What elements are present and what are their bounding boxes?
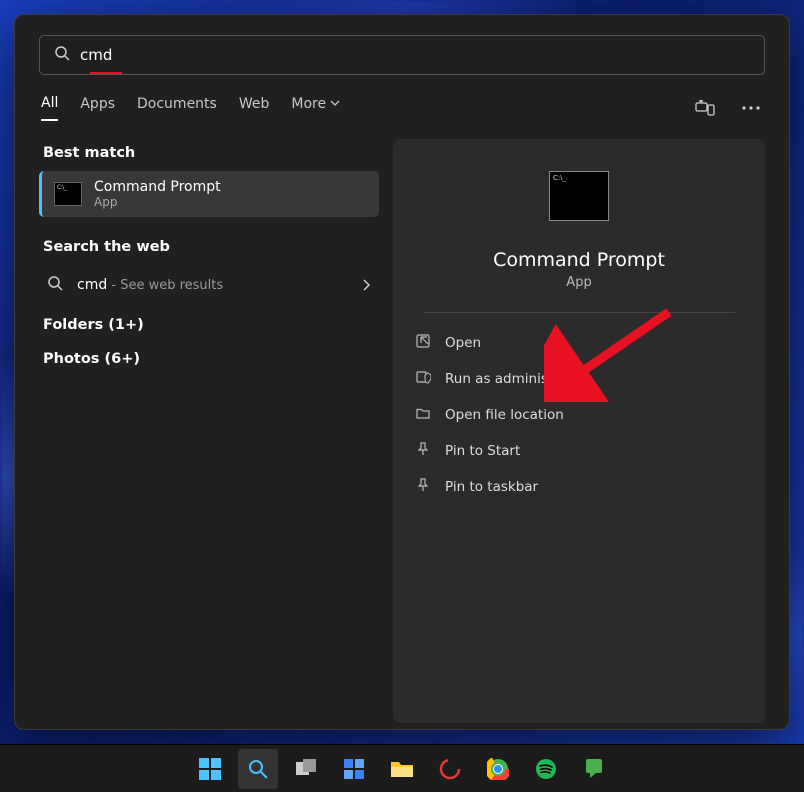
chevron-right-icon bbox=[361, 276, 371, 295]
details-panel: Command Prompt App Open Run as administr… bbox=[393, 139, 765, 723]
open-icon bbox=[415, 333, 431, 353]
tab-all[interactable]: All bbox=[41, 95, 58, 121]
taskbar-chrome-button[interactable] bbox=[478, 749, 518, 789]
tab-documents[interactable]: Documents bbox=[137, 96, 217, 120]
windows-logo-icon bbox=[199, 758, 221, 780]
action-pin-to-start[interactable]: Pin to Start bbox=[409, 433, 749, 469]
pin-icon bbox=[415, 477, 431, 497]
annotation-underline bbox=[90, 72, 122, 74]
web-search-result[interactable]: cmd - See web results bbox=[39, 265, 379, 305]
best-match-result[interactable]: Command Prompt App bbox=[39, 171, 379, 217]
command-prompt-large-icon bbox=[549, 171, 609, 221]
web-suffix: - See web results bbox=[107, 278, 223, 293]
folders-group[interactable]: Folders (1+) bbox=[43, 317, 379, 333]
action-pin-to-taskbar[interactable]: Pin to taskbar bbox=[409, 469, 749, 505]
action-run-admin-label: Run as administrator bbox=[445, 371, 586, 387]
taskbar-app-1[interactable] bbox=[430, 749, 470, 789]
divider bbox=[423, 312, 736, 313]
folder-icon bbox=[415, 405, 431, 425]
search-icon bbox=[54, 45, 70, 65]
taskbar bbox=[0, 744, 804, 792]
action-open-file-location[interactable]: Open file location bbox=[409, 397, 749, 433]
tab-more[interactable]: More bbox=[291, 96, 340, 120]
best-match-header: Best match bbox=[43, 145, 379, 161]
tab-more-label: More bbox=[291, 96, 326, 112]
taskbar-start-button[interactable] bbox=[190, 749, 230, 789]
taskbar-widgets-button[interactable] bbox=[334, 749, 374, 789]
command-prompt-icon bbox=[54, 182, 82, 206]
details-subtitle: App bbox=[566, 275, 591, 290]
taskbar-task-view-button[interactable] bbox=[286, 749, 326, 789]
action-pin-start-label: Pin to Start bbox=[445, 443, 520, 459]
search-icon bbox=[47, 275, 63, 295]
taskbar-app-2[interactable] bbox=[574, 749, 614, 789]
search-input[interactable] bbox=[80, 46, 750, 64]
action-list: Open Run as administrator Open file loca… bbox=[409, 325, 749, 505]
tab-apps[interactable]: Apps bbox=[80, 96, 115, 120]
best-match-title: Command Prompt bbox=[94, 179, 221, 195]
action-open[interactable]: Open bbox=[409, 325, 749, 361]
search-box[interactable] bbox=[39, 35, 765, 75]
tab-web[interactable]: Web bbox=[239, 96, 270, 120]
best-match-subtitle: App bbox=[94, 195, 221, 209]
filter-tabs: All Apps Documents Web More bbox=[39, 95, 765, 121]
details-title: Command Prompt bbox=[493, 249, 665, 271]
results-column: Best match Command Prompt App Search the… bbox=[39, 139, 379, 723]
chevron-down-icon bbox=[330, 96, 340, 112]
start-search-panel: All Apps Documents Web More Best match C… bbox=[14, 14, 790, 730]
taskbar-search-button[interactable] bbox=[238, 749, 278, 789]
taskbar-spotify-button[interactable] bbox=[526, 749, 566, 789]
pin-icon bbox=[415, 441, 431, 461]
more-options-icon[interactable] bbox=[739, 96, 763, 120]
web-query: cmd bbox=[77, 277, 107, 293]
action-open-label: Open bbox=[445, 335, 481, 351]
taskbar-file-explorer-button[interactable] bbox=[382, 749, 422, 789]
search-web-header: Search the web bbox=[43, 239, 379, 255]
admin-shield-icon bbox=[415, 369, 431, 389]
action-pin-taskbar-label: Pin to taskbar bbox=[445, 479, 538, 495]
photos-group[interactable]: Photos (6+) bbox=[43, 351, 379, 367]
share-across-devices-icon[interactable] bbox=[693, 96, 717, 120]
action-run-as-administrator[interactable]: Run as administrator bbox=[409, 361, 749, 397]
action-open-location-label: Open file location bbox=[445, 407, 564, 423]
